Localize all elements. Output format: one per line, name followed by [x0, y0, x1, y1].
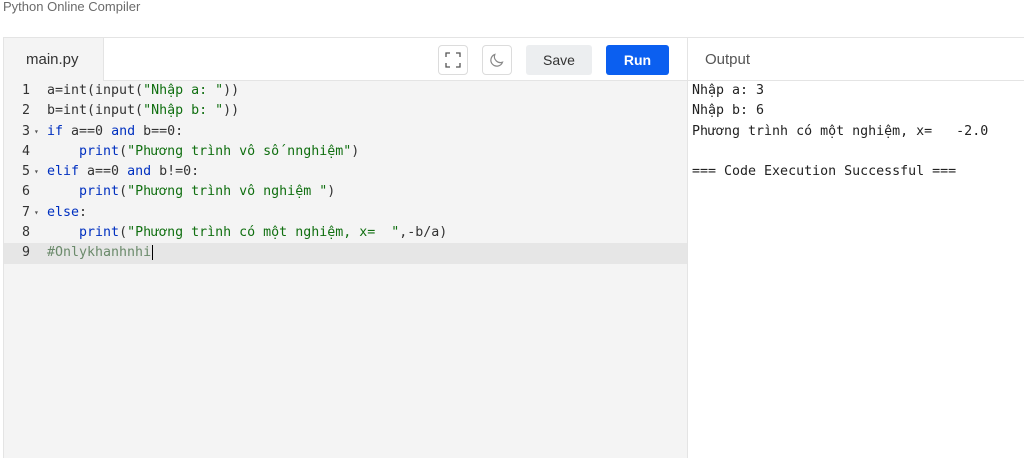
text-cursor [152, 244, 154, 260]
code-token: ) [327, 184, 336, 200]
fullscreen-icon [445, 52, 461, 68]
code-token: ( [119, 184, 128, 200]
output-line: Nhập b: 6 [692, 103, 765, 119]
app-title: Python Online Compiler [3, 0, 141, 14]
code-line[interactable]: 5 ▾ elif a==0 and b!=0: [4, 162, 688, 182]
code-token: elif [47, 164, 80, 180]
code-line[interactable]: 2 b=int(input("Nhập b: ")) [4, 101, 688, 121]
code-token: a==0 [79, 164, 128, 180]
fullscreen-button[interactable] [438, 45, 468, 75]
code-token: print [79, 225, 120, 241]
code-text: print("Phương trình có một nghiệm, x= ",… [47, 223, 447, 243]
code-line[interactable]: 9 #Onlykhanhnhi [4, 243, 688, 264]
output-line: Phương trình có một nghiệm, x= -2.0 [692, 123, 989, 139]
fold-arrow-icon[interactable]: ▾ [34, 203, 42, 223]
code-text: #Onlykhanhnhi [47, 243, 154, 263]
code-line[interactable]: 1 a=int(input("Nhập a: ")) [4, 81, 688, 101]
code-token: "Phương trình vô nghiệm " [127, 184, 328, 200]
editor-pane: main.py Save Run 1 a=int(input("Nhập a: "… [3, 38, 688, 458]
code-token: ( [119, 143, 128, 159]
code-token: ( [119, 225, 128, 241]
line-number: 2 [22, 103, 31, 119]
output-console: Nhập a: 3 Nhập b: 6 Phương trình có một ng… [692, 81, 988, 182]
code-line[interactable]: 3 ▾ if a==0 and b==0: [4, 122, 688, 142]
code-line[interactable]: 4 print("Phương trình vô số nnghiệm") [4, 142, 688, 162]
code-token: if [47, 123, 64, 139]
code-token: print [79, 184, 120, 200]
code-token: )) [223, 83, 240, 98]
line-number: 8 [22, 225, 31, 241]
code-text: if a==0 and b==0: [47, 122, 183, 142]
code-editor[interactable]: 1 a=int(input("Nhập a: ")) 2 b=int(input("N… [4, 81, 688, 458]
code-token: and [127, 164, 152, 180]
code-token: b==0: [135, 123, 184, 139]
line-number: 6 [22, 184, 31, 200]
code-text: print("Phương trình vô nghiệm ") [47, 182, 335, 202]
code-line[interactable]: 8 print("Phương trình có một nghiệm, x= … [4, 223, 688, 243]
code-token: : [79, 204, 88, 220]
code-text: a=int(input("Nhập a: ")) [47, 81, 239, 101]
code-text: elif a==0 and b!=0: [47, 162, 199, 182]
code-token: b=int(input( [47, 103, 144, 119]
code-token: a=int(input( [47, 83, 144, 98]
code-line[interactable]: 6 print("Phương trình vô nghiệm ") [4, 182, 688, 202]
theme-toggle-button[interactable] [482, 45, 512, 75]
tab-main-py[interactable]: main.py [4, 38, 104, 81]
code-token: else [47, 204, 80, 220]
code-token: "Phương trình có một nghiệm, x= " [127, 225, 400, 241]
code-token: "Nhập b: " [143, 103, 224, 119]
main-area: main.py Save Run 1 a=int(input("Nhập a: "… [3, 37, 1024, 458]
code-token: ,-b/a) [399, 225, 448, 241]
output-line: Nhập a: 3 [692, 83, 765, 98]
code-text: print("Phương trình vô số nnghiệm") [47, 142, 359, 162]
code-token: and [111, 123, 136, 139]
code-token: print [79, 143, 120, 159]
code-token: "Phương trình vô số nnghiệm" [127, 143, 352, 159]
code-line[interactable]: 7 ▾ else: [4, 203, 688, 223]
code-token: a==0 [63, 123, 112, 139]
code-token: ) [351, 143, 360, 159]
moon-icon [490, 53, 504, 67]
output-line: === Code Execution Successful === [692, 164, 957, 180]
line-number: 9 [22, 245, 31, 261]
code-token: #Onlykhanhnhi [47, 245, 152, 261]
line-number: 1 [22, 83, 31, 98]
fold-arrow-icon[interactable]: ▾ [34, 122, 42, 142]
output-title: Output [688, 38, 1024, 81]
save-button[interactable]: Save [526, 45, 592, 75]
run-button[interactable]: Run [606, 45, 669, 75]
editor-toolbar: main.py Save Run [4, 38, 688, 81]
code-token: "Nhập a: " [143, 83, 224, 98]
output-pane: Output Nhập a: 3 Nhập b: 6 Phương trình có… [687, 38, 1024, 458]
code-token: b!=0: [151, 164, 200, 180]
fold-arrow-icon[interactable]: ▾ [34, 162, 42, 182]
code-token: )) [223, 103, 240, 119]
code-text: b=int(input("Nhập b: ")) [47, 101, 239, 121]
code-text: else: [47, 203, 87, 223]
line-number: 4 [22, 143, 31, 159]
